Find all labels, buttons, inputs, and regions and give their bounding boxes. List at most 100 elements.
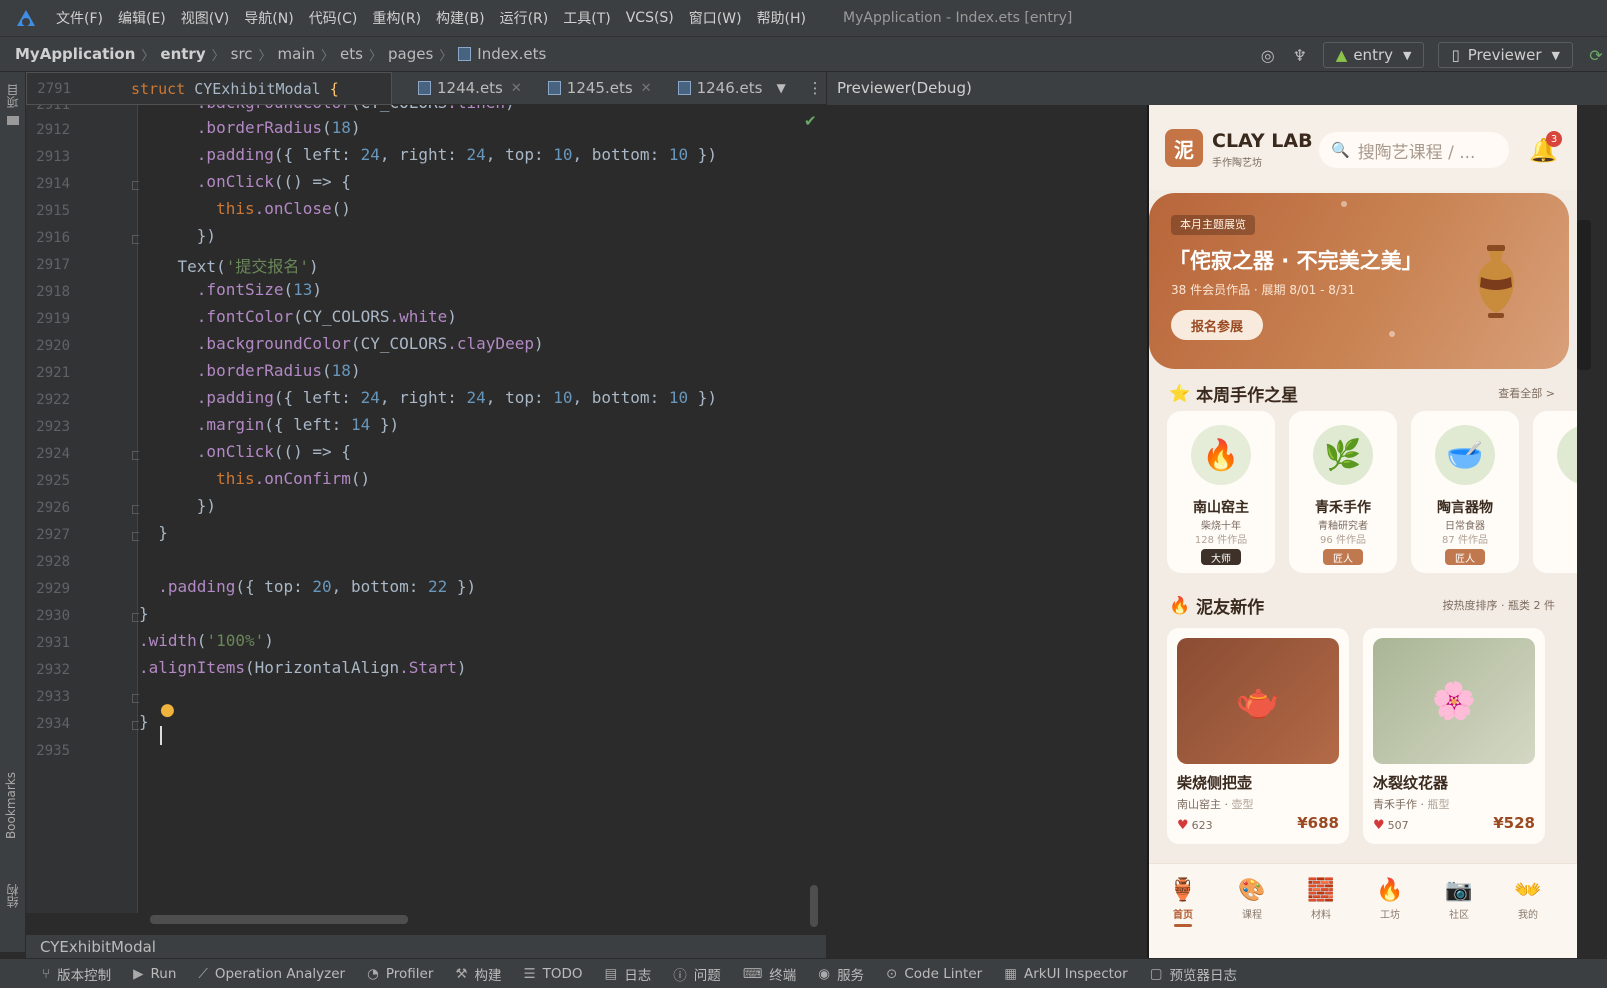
label: 预览器日志 xyxy=(1169,967,1237,984)
star-card[interactable]: 🔥 南山窑主 柴烧十年 128 件作品 大师 xyxy=(1167,411,1275,573)
structure-breadcrumb[interactable]: CYExhibitModal xyxy=(26,934,826,958)
inspection-ok-icon[interactable]: ✔ xyxy=(804,112,817,130)
star-card[interactable]: 🌿 青禾手作 青釉研究者 96 件作品 匠人 xyxy=(1289,411,1397,573)
sticky-code: struct CYExhibitModal { xyxy=(131,79,339,98)
module-selector[interactable]: ▲ entry ▼ xyxy=(1322,42,1425,68)
module-label: entry xyxy=(1353,46,1393,64)
tab-home[interactable]: 🏺 首页 xyxy=(1153,878,1213,927)
menu-view[interactable]: 视图(V) xyxy=(181,8,230,28)
previewer-log-button[interactable]: ▢ 预览器日志 xyxy=(1150,964,1237,984)
breadcrumb-ets[interactable]: ets xyxy=(340,45,363,63)
breadcrumb-separator-icon: 〉 xyxy=(368,48,382,64)
apply-exhibit-button[interactable]: 报名参展 xyxy=(1171,310,1263,340)
tab-1245[interactable]: 1245.ets ✕ xyxy=(547,79,652,97)
camera-icon: 📷 xyxy=(1445,878,1473,903)
line-number: 2924 xyxy=(36,446,70,462)
search-icon: 🔍 xyxy=(1331,141,1350,159)
menu-run[interactable]: 运行(R) xyxy=(500,8,549,28)
star-badge: 匠人 xyxy=(1445,549,1485,565)
line-number: 2927 xyxy=(36,527,70,543)
breadcrumb-file[interactable]: Index.ets xyxy=(477,45,546,63)
structure-tool-button[interactable]: 结构 xyxy=(4,884,21,908)
notification-badge: 3 xyxy=(1546,131,1562,147)
work-card[interactable]: 🌸 冰裂纹花器 青禾手作 · 瓶型 ♥ 507 ¥528 xyxy=(1363,628,1545,844)
work-likes[interactable]: ♥ 623 xyxy=(1177,818,1213,833)
close-icon[interactable]: ✕ xyxy=(641,81,652,96)
breadcrumb-src[interactable]: src xyxy=(231,45,253,63)
more-options-icon[interactable]: ⋮ xyxy=(808,79,823,97)
tab-workshop[interactable]: 🔥 工坊 xyxy=(1360,878,1420,921)
exhibition-banner[interactable]: 本月主题展览 「侘寂之器 · 不完美之美」 38 件会员作品 · 展期 8/01… xyxy=(1149,193,1569,369)
banner-tag: 本月主题展览 xyxy=(1171,215,1255,235)
device-icon[interactable]: ♆ xyxy=(1291,46,1309,65)
inspector-icon: ▦ xyxy=(1004,965,1017,982)
work-card[interactable]: 🫖 柴烧侧把壶 南山窑主 · 壶型 ♥ 623 ¥688 xyxy=(1167,628,1349,844)
code-editor[interactable]: .backgroundColor(CY_COLORS.linen) .borde… xyxy=(139,105,826,913)
menu-vcs[interactable]: VCS(S) xyxy=(626,10,674,26)
work-likes[interactable]: ♥ 507 xyxy=(1373,818,1409,833)
locate-icon[interactable]: ◎ xyxy=(1259,46,1277,65)
operation-analyzer-button[interactable]: ⟋ Operation Analyzer xyxy=(198,966,345,982)
label: 日志 xyxy=(624,967,652,984)
tab-1246[interactable]: 1246.ets xyxy=(677,79,762,97)
breadcrumb-separator-icon: 〉 xyxy=(141,48,155,64)
build-tool-button[interactable]: ⚒ 构建 xyxy=(455,964,501,984)
vertical-scrollbar[interactable] xyxy=(810,885,818,927)
previewer-selector[interactable]: ▯ Previewer ▼ xyxy=(1438,42,1573,68)
menu-build[interactable]: 构建(B) xyxy=(436,8,485,28)
sticky-scroll-header[interactable]: 2791 struct CYExhibitModal { xyxy=(26,72,392,105)
vcs-tool-button[interactable]: ⑂ 版本控制 xyxy=(42,964,111,984)
flame-icon: 🔥 xyxy=(1376,878,1404,903)
project-tool-button[interactable]: 项目 xyxy=(4,84,21,108)
todo-tool-button[interactable]: ☰ TODO xyxy=(524,966,583,982)
menu-window[interactable]: 窗口(W) xyxy=(689,8,742,28)
breadcrumb-project[interactable]: MyApplication xyxy=(15,45,135,63)
breadcrumb-pages[interactable]: pages xyxy=(388,45,433,63)
view-all-link[interactable]: 查看全部 > xyxy=(1498,385,1555,401)
tab-courses[interactable]: 🎨 课程 xyxy=(1222,878,1282,921)
breadcrumb-main[interactable]: main xyxy=(278,45,315,63)
star-card-partial[interactable] xyxy=(1533,411,1577,573)
terminal-tool-button[interactable]: ⌨ 终端 xyxy=(743,964,797,984)
line-number: 2921 xyxy=(36,365,70,381)
deveco-logo-icon xyxy=(14,8,40,28)
breadcrumb-module[interactable]: entry xyxy=(160,45,205,63)
sort-label[interactable]: 按热度排序 · 瓶类 2 件 xyxy=(1443,597,1555,613)
device-side-button xyxy=(1577,220,1591,370)
menu-file[interactable]: 文件(F) xyxy=(56,8,103,28)
sticky-line-number: 2791 xyxy=(37,80,71,97)
run-tool-button[interactable]: ▶ Run xyxy=(133,966,176,982)
services-tool-button[interactable]: ◉ 服务 xyxy=(818,964,864,984)
menu-refactor[interactable]: 重构(R) xyxy=(372,8,421,28)
star-card[interactable]: 🥣 陶言器物 日常食器 87 件作品 匠人 xyxy=(1411,411,1519,573)
info-icon: ⓘ xyxy=(673,967,687,984)
menu-help[interactable]: 帮助(H) xyxy=(757,8,806,28)
tab-label: 首页 xyxy=(1173,910,1193,921)
banner-title: 「侘寂之器 · 不完美之美」 xyxy=(1169,249,1423,273)
menu-code[interactable]: 代码(C) xyxy=(309,8,358,28)
menu-tools[interactable]: 工具(T) xyxy=(563,8,610,28)
avatar xyxy=(1557,425,1577,485)
tab-1244[interactable]: 1244.ets ✕ xyxy=(418,79,522,97)
code-linter-button[interactable]: ⊙ Code Linter xyxy=(886,966,982,982)
code-line: }) xyxy=(139,496,217,515)
bookmarks-tool-button[interactable]: Bookmarks xyxy=(4,772,18,839)
sync-icon[interactable]: ⟳ xyxy=(1587,46,1605,65)
menu-navigate[interactable]: 导航(N) xyxy=(244,8,293,28)
brand-subtitle: 手作陶艺坊 xyxy=(1212,158,1262,169)
toolbar-right: ◎ ♆ ▲ entry ▼ ▯ Previewer ▼ ⟳ xyxy=(1259,37,1607,73)
menu-edit[interactable]: 编辑(E) xyxy=(118,8,166,28)
tab-materials[interactable]: 🧱 材料 xyxy=(1291,878,1351,921)
profiler-button[interactable]: ◔ Profiler xyxy=(367,966,433,982)
arkui-inspector-button[interactable]: ▦ ArkUI Inspector xyxy=(1004,966,1128,982)
tab-profile[interactable]: 👐 我的 xyxy=(1498,878,1558,921)
problems-tool-button[interactable]: ⓘ 问题 xyxy=(673,964,721,984)
tab-list-chevron-icon[interactable]: ▼ xyxy=(776,81,785,95)
log-tool-button[interactable]: ▤ 日志 xyxy=(605,964,652,984)
close-icon[interactable]: ✕ xyxy=(511,81,522,96)
lightbulb-icon[interactable]: ● xyxy=(160,700,175,720)
tab-community[interactable]: 📷 社区 xyxy=(1429,878,1489,921)
breadcrumb-separator-icon: 〉 xyxy=(211,48,225,64)
horizontal-scrollbar[interactable] xyxy=(150,915,408,924)
search-input[interactable]: 🔍 搜陶艺课程 / ... xyxy=(1319,132,1509,168)
